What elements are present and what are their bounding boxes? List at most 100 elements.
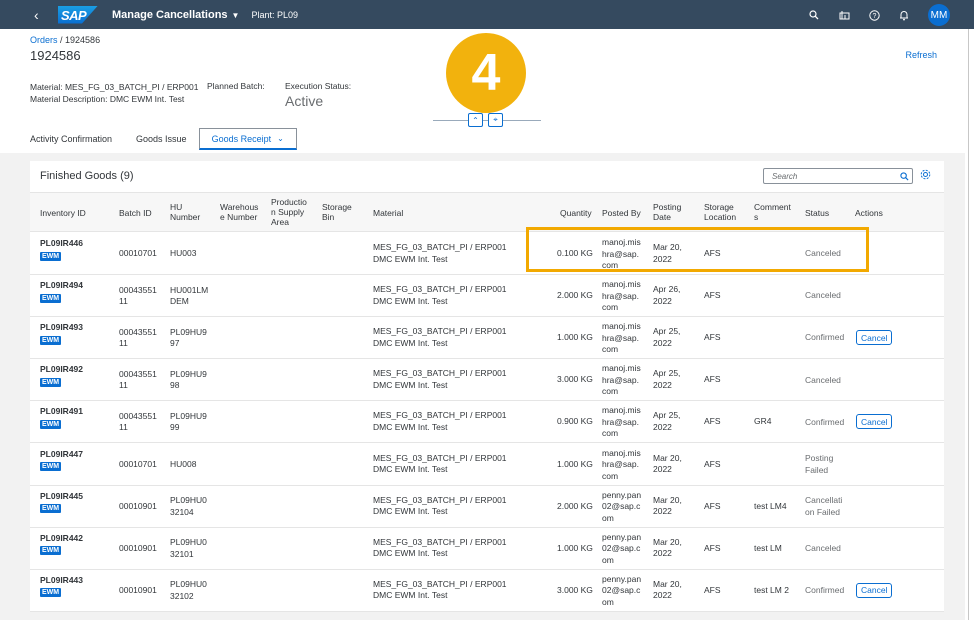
quantity-cell: 1.000 KG (557, 458, 593, 469)
batch-id-cell: 00010901 (119, 500, 157, 511)
inventory-id-cell: PL09IR447 EWM (40, 448, 83, 471)
sap-logo[interactable]: SAP (58, 5, 98, 24)
storage-location-cell: AFS (704, 416, 721, 427)
right-margin (965, 29, 974, 620)
col-storage-bin[interactable]: Storage Bin (322, 202, 352, 222)
collapse-header-button[interactable]: ⌃ (468, 113, 483, 127)
posting-date-cell: Mar 20, 2022 (653, 536, 682, 559)
page-title: 1924586 (30, 48, 81, 63)
posting-date-cell: Mar 20, 2022 (653, 578, 682, 601)
material-cell: MES_FG_03_BATCH_PI / ERP001 DMC EWM Int. … (373, 410, 507, 432)
app-title-menu[interactable]: Manage Cancellations ▼ (112, 9, 239, 21)
col-warehouse-number[interactable]: Warehous e Number (220, 202, 258, 222)
posting-date-cell: Apr 25, 2022 (653, 410, 681, 432)
tab-goods-issue[interactable]: Goods Issue (124, 128, 199, 150)
batch-id-cell: 00010701 (119, 248, 157, 259)
execution-status-label: Execution Status: (285, 81, 352, 91)
cancel-button[interactable]: Cancel (856, 330, 893, 346)
hu-number-cell: HU008 (170, 458, 197, 469)
right-divider (968, 29, 969, 620)
material-text: Material: MES_FG_03_BATCH_PI / ERP001 (30, 82, 199, 92)
search-input[interactable]: Search (763, 168, 913, 184)
posted-by-cell: penny.pan 02@sap.c om (602, 489, 642, 523)
help-icon[interactable]: ? (868, 9, 880, 21)
posted-by-cell: manoj.mis hra@sap. com (602, 447, 641, 481)
bell-icon[interactable] (898, 9, 910, 21)
breadcrumb: Orders / 1924586 (30, 35, 101, 45)
col-production-supply-area[interactable]: Productio n Supply Area (271, 197, 307, 227)
storage-location-cell: AFS (704, 290, 721, 301)
quantity-cell: 2.000 KG (557, 500, 593, 511)
table-row[interactable]: PL09IR443 EWM 00010901 PL09HU0 32102 MES_FG_0… (30, 570, 944, 612)
storage-location-cell: AFS (704, 542, 721, 553)
material-cell: MES_FG_03_BATCH_PI / ERP001 DMC EWM Int. … (373, 326, 507, 348)
hu-number-cell: HU001LM DEM (170, 284, 209, 307)
hu-number-cell: PL09HU9 97 (170, 326, 207, 349)
col-storage-location[interactable]: Storage Location (704, 202, 736, 222)
pin-header-button[interactable]: ⌖ (488, 113, 503, 127)
batch-id-cell: 00043551 11 (119, 410, 157, 433)
comments-cell: test LM 2 (754, 584, 789, 595)
search-icon[interactable] (808, 9, 820, 21)
posting-date-cell: Apr 26, 2022 (653, 284, 681, 306)
building-icon[interactable] (838, 9, 850, 21)
table-row[interactable]: PL09IR492 EWM 00043551 11 PL09HU9 98 MES_FG_03… (30, 359, 944, 402)
object-header: Orders / 1924586 1924586 Refresh Materia… (0, 29, 974, 153)
batch-id-cell: 00010901 (119, 542, 157, 553)
col-material[interactable]: Material (373, 208, 403, 218)
comments-cell: test LM (754, 542, 782, 553)
search-icon[interactable] (896, 169, 912, 183)
table-header: Inventory ID Batch ID HU Number Warehous e… (30, 192, 944, 232)
cancel-button[interactable]: Cancel (856, 582, 893, 598)
avatar[interactable]: MM (928, 4, 950, 26)
col-batch-id[interactable]: Batch ID (119, 208, 152, 218)
col-actions[interactable]: Actions (855, 208, 883, 218)
planned-batch-label: Planned Batch: (207, 81, 265, 91)
storage-location-cell: AFS (704, 458, 721, 469)
table-row[interactable]: PL09IR491 EWM 00043551 11 PL09HU9 99 MES_FG_03… (30, 401, 944, 444)
plant-label: Plant: PL09 (251, 9, 299, 20)
posted-by-cell: manoj.mis hra@sap. com (602, 321, 641, 355)
storage-location-cell: AFS (704, 332, 721, 343)
col-inventory-id[interactable]: Inventory ID (40, 208, 86, 218)
hu-number-cell: HU003 (170, 248, 197, 259)
step-number-badge: 4 (446, 33, 526, 113)
batch-id-cell: 00043551 11 (119, 326, 157, 349)
highlight-box (526, 227, 869, 272)
batch-id-cell: 00043551 11 (119, 284, 157, 307)
refresh-button[interactable]: Refresh (905, 50, 937, 60)
gear-icon[interactable] (920, 169, 931, 183)
col-quantity[interactable]: Quantity (560, 208, 592, 218)
quantity-cell: 1.000 KG (557, 542, 593, 553)
ewm-badge: EWM (40, 251, 62, 261)
col-comments[interactable]: Comment s (754, 202, 791, 222)
tab-goods-receipt[interactable]: Goods Receipt ⌄ (198, 128, 297, 150)
hu-number-cell: PL09HU0 32102 (170, 579, 207, 601)
table-title: Finished Goods (9) (40, 170, 134, 182)
col-posted-by[interactable]: Posted By (602, 208, 641, 218)
quantity-cell: 0.900 KG (557, 416, 593, 427)
col-hu-number[interactable]: HU Number (170, 202, 200, 222)
ewm-badge: EWM (40, 462, 62, 471)
table-row[interactable]: PL09IR447 EWM 00010701 HU008 MES_FG_03_BATCH… (30, 444, 944, 486)
tab-activity-confirmation[interactable]: Activity Confirmation (30, 128, 124, 150)
table-row[interactable]: PL09IR494 EWM 00043551 11 HU001LM DEM MES_FG_0… (30, 275, 944, 318)
cancel-button[interactable]: Cancel (856, 414, 893, 430)
table-row[interactable]: PL09IR493 EWM 00043551 11 PL09HU9 97 MES_FG_03… (30, 317, 944, 360)
quantity-cell: 2.000 KG (557, 290, 593, 301)
col-posting-date[interactable]: Posting Date (653, 202, 681, 222)
status-cell: Canceled (805, 542, 841, 553)
table-row[interactable]: PL09IR442 EWM 00010901 PL09HU0 32101 MES_FG_0… (30, 528, 944, 570)
breadcrumb-orders-link[interactable]: Orders (30, 35, 58, 45)
chevron-up-icon: ⌃ (472, 115, 479, 125)
ewm-badge: EWM (40, 293, 62, 303)
posting-date-cell: Mar 20, 2022 (653, 452, 682, 475)
status-cell: Canceled (805, 290, 841, 301)
quantity-cell: 1.000 KG (557, 332, 593, 343)
back-arrow-icon[interactable]: ‹ (34, 7, 48, 23)
posted-by-cell: penny.pan 02@sap.c om (602, 531, 642, 565)
table-row[interactable]: PL09IR445 EWM 00010901 PL09HU0 32104 MES_FG_0… (30, 486, 944, 528)
batch-id-cell: 00010901 (119, 585, 157, 596)
col-status[interactable]: Status (805, 208, 829, 218)
status-cell: Posting Failed (805, 453, 834, 475)
